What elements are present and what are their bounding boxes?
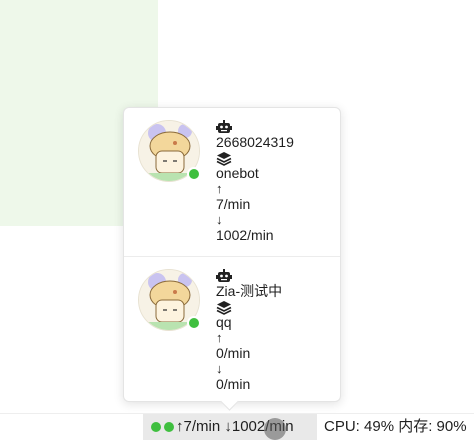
sent-rate: 7/min (216, 195, 251, 212)
bot-platform: qq (216, 313, 232, 330)
sent-rate: 0/min (216, 344, 251, 361)
online-status-icon (187, 316, 201, 330)
arrow-down-icon: ↓ (216, 361, 223, 376)
arrow-up-icon: ↑ (216, 330, 223, 345)
bot-id: 2668024319 (216, 134, 294, 150)
pointer-cursor-icon (264, 418, 286, 440)
layers-icon (216, 300, 336, 315)
online-status-icon (151, 422, 161, 432)
bot-info: 2668024319 onebot ↑ 7/min ↓ 1002/min (216, 120, 336, 243)
online-status-icon (164, 422, 174, 432)
bot-card[interactable]: 2668024319 onebot ↑ 7/min ↓ 1002/min (124, 108, 340, 255)
received-rate: 0/min (216, 375, 251, 392)
bot-id: Zia-测试中 (216, 283, 283, 299)
bot-card[interactable]: Zia-测试中 qq ↑ 0/min ↓ 0/min (124, 256, 340, 404)
online-status-icon (187, 167, 201, 181)
arrow-up-icon: ↑ (216, 181, 223, 196)
system-usage: CPU: 49% 内存: 90% (324, 418, 467, 435)
layers-icon (216, 151, 336, 166)
bot-platform: onebot (216, 164, 259, 181)
robot-icon (216, 120, 336, 135)
bot-status-popover: 2668024319 onebot ↑ 7/min ↓ 1002/min Zia… (123, 107, 341, 402)
status-bar: ↑7/min ↓1002/min CPU: 49% 内存: 90% (0, 413, 474, 440)
bot-info: Zia-测试中 qq ↑ 0/min ↓ 0/min (216, 269, 336, 392)
arrow-down-icon: ↓ (216, 212, 223, 227)
bot-status-toggle[interactable]: ↑7/min ↓1002/min (143, 414, 317, 440)
received-rate: 1002/min (216, 226, 274, 243)
robot-icon (216, 269, 336, 284)
